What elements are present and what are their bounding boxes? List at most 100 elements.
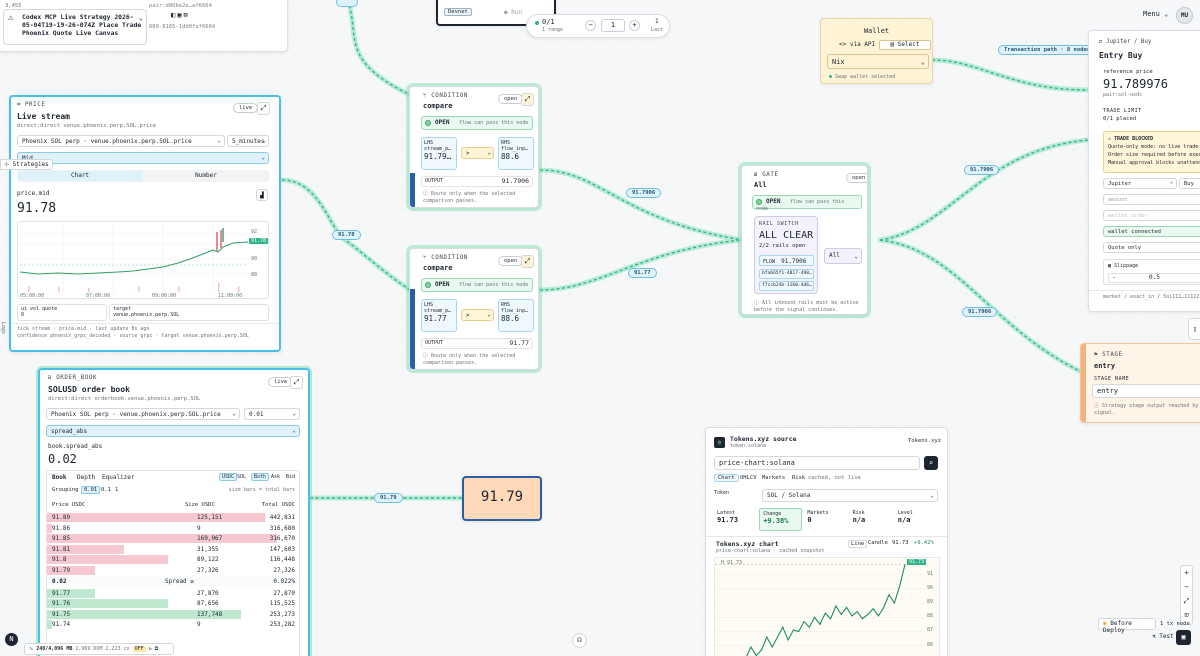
chat-icon[interactable]: ▣ (1176, 630, 1191, 645)
tick-select[interactable]: 0.01 ⌄ (244, 408, 300, 420)
ask-row[interactable]: 91.85 169,067 316,670 (47, 534, 299, 544)
bid-row[interactable]: 91.76 87,656 115,525 (47, 599, 299, 609)
expand-icon[interactable]: ⤢ (257, 102, 270, 115)
search-icon[interactable]: ⌕ (924, 456, 938, 470)
slippage-label: ▦ Slippage (1108, 263, 1139, 269)
rail-id[interactable]: bfa665f1-4817-498… (759, 269, 814, 279)
unit-both[interactable]: Both (251, 473, 270, 481)
source-select[interactable]: Phoenix SOL perp · venue.phoenix.perp.SO… (17, 135, 225, 147)
group-1[interactable]: 1 (115, 487, 118, 493)
unit-usdc[interactable]: USDC (219, 473, 238, 481)
operator-select[interactable]: > ⌄ (461, 147, 494, 159)
rhs-box[interactable]: RHS flow_inp… 88.6 (498, 137, 534, 170)
chart-icon[interactable]: ▟ (256, 189, 268, 201)
increment-button[interactable]: + (629, 20, 640, 31)
side-select[interactable]: Buy (1179, 178, 1200, 189)
copy-icon[interactable]: ⧉ (155, 646, 159, 652)
condition-node-2[interactable]: ⑂ CONDITION compare open ⤢ OPEN flow can… (409, 248, 539, 370)
ask-row[interactable]: 91.79 27,326 27,326 (47, 566, 299, 575)
test-button[interactable]: ⚗ Test (1152, 633, 1174, 640)
menu-button[interactable]: Menu ⌄ (1143, 10, 1168, 18)
price-node[interactable]: ⌗ PRICE Live stream live ⤢ direct:direct… (9, 95, 281, 352)
fit-view-icon[interactable]: ⤢ (1181, 594, 1192, 608)
zoom-in-icon[interactable]: + (1181, 566, 1192, 580)
lock-icon[interactable]: ⊡ (1181, 608, 1192, 622)
ask-row[interactable]: 91.89 125,151 442,831 (47, 513, 299, 522)
refresh-icon[interactable]: ↻ (149, 646, 152, 652)
candle-button[interactable]: Candle (868, 540, 888, 546)
before-deploy-button[interactable]: ◉ Before Deploy (1098, 618, 1156, 634)
tab-chart[interactable]: Chart (714, 474, 739, 482)
expand-icon[interactable]: ⤢ (521, 93, 534, 106)
bid-row[interactable]: 91.77 27,870 27,870 (47, 588, 299, 598)
tab-number[interactable]: Number (144, 171, 268, 181)
select-wallet-button[interactable]: ▤ Select (879, 40, 931, 50)
lhs-box[interactable]: LHS stream_p… 91.77 (421, 299, 457, 332)
lhs-box[interactable]: LHS stream_p… 91.79… (421, 137, 457, 170)
run-button[interactable]: ● Run (504, 9, 522, 16)
unit-sol[interactable]: SOL (237, 474, 246, 480)
transaction-path-label[interactable]: Transaction path · 8 nodes (998, 45, 1097, 55)
value-display-node[interactable]: 91.79 (462, 476, 542, 521)
line-button[interactable]: Line (848, 540, 868, 548)
gate-node[interactable]: ⊞ GATE All open OPEN flow can pass this … (741, 165, 868, 315)
range-input[interactable]: 1 (601, 19, 625, 32)
mode-select[interactable]: Quote only (1103, 242, 1200, 253)
logs-strip[interactable]: Logs (0, 322, 6, 334)
jupiter-buy-node[interactable]: ⇄ Jupiter / Buy Entry Buy reference pric… (1088, 30, 1200, 312)
tab-markets[interactable]: Markets (762, 475, 785, 481)
price-cell: 91.74 (52, 621, 71, 629)
interval-select[interactable]: 5_minutes ⌄ (227, 135, 269, 147)
expand-icon[interactable]: ⤢ (521, 255, 534, 268)
slippage-decrement[interactable]: - (1112, 274, 1116, 281)
wallet-select[interactable]: Nix ⌄ (827, 54, 929, 69)
tab-depth[interactable]: Depth (77, 474, 95, 481)
chevron-down-icon[interactable]: ⌄ (139, 14, 143, 22)
tab-risk[interactable]: Risk (792, 475, 805, 481)
gate-mode-select[interactable]: All ⌄ (824, 248, 862, 264)
wallet-node[interactable]: Wallet <> via API ▤ Select Nix ⌄ ● Swap w… (820, 18, 933, 84)
bid-row[interactable]: 91.75 137,748 253,273 (47, 609, 299, 619)
tab-equalizer[interactable]: Equalizer (102, 474, 135, 481)
side-panel-icon[interactable]: ▯ (1188, 318, 1200, 340)
layout-icons[interactable]: ◧▣⊠ (171, 11, 190, 19)
tab-ohlcv[interactable]: OHLCV (740, 475, 757, 481)
tab-book[interactable]: Book (52, 474, 66, 481)
workspace-avatar[interactable]: N (5, 633, 18, 646)
side-bid[interactable]: Bid (286, 474, 295, 480)
stage-node[interactable]: ⚑ STAGE entry STAGE NAME entry ⓘ Strateg… (1080, 343, 1200, 423)
user-avatar[interactable]: MU (1176, 7, 1193, 24)
group-001[interactable]: 0.01 (81, 486, 101, 494)
venue-select[interactable]: Jupiter ⌄ (1103, 178, 1177, 189)
stage-name-input[interactable]: entry (1092, 384, 1200, 398)
ask-row[interactable]: 91.81 31,355 147,603 (47, 544, 299, 554)
headset-icon[interactable]: ☊ (572, 633, 587, 648)
token-query-input[interactable]: price-chart:solana (714, 456, 920, 470)
field-select[interactable]: spread_abs ⌄ (46, 425, 300, 437)
strategies-tab[interactable]: ⊹ Strategies (0, 159, 53, 170)
orderbook-node[interactable]: ⊟ ORDER_BOOK SOLUSD order book live ⤢ di… (38, 368, 310, 656)
operator-select[interactable]: > ⌄ (461, 309, 494, 321)
bid-row[interactable]: 91.74 9 253,282 (47, 620, 299, 630)
token-select[interactable]: SOL / Solana ⌄ (762, 489, 938, 502)
ask-row[interactable]: 91.86 9 316,680 (47, 523, 299, 533)
zoom-controls[interactable]: + − ⤢ ⊡ (1180, 565, 1193, 625)
decrement-button[interactable]: − (585, 20, 596, 31)
strategy-title-box[interactable]: ⚠ Codex MCP Live Strategy 2026-05-04T19-… (3, 9, 147, 45)
wallet-order-input[interactable]: wallet order (1103, 210, 1200, 221)
group-01[interactable]: 0.1 (101, 487, 111, 493)
rail-id[interactable]: f7ccb24b-1160-4d6… (759, 281, 814, 291)
amount-input[interactable]: amount (1103, 194, 1200, 205)
rhs-box[interactable]: RHS flow_inp… 88.6 (498, 299, 534, 332)
condition-node-1[interactable]: ⑂ CONDITION compare open ⤢ OPEN flow can… (409, 86, 539, 208)
zoom-out-icon[interactable]: − (1181, 580, 1192, 594)
slippage-input[interactable]: -0.5 (1108, 273, 1200, 283)
expand-icon[interactable]: ⤢ (290, 376, 303, 389)
via-api-button[interactable]: <> via API (839, 41, 875, 48)
field-select[interactable]: Mid⌄ (17, 152, 269, 164)
tokens-source-node[interactable]: ◎ Tokens.xyz source token.solana Tokens.… (705, 427, 948, 656)
source-select[interactable]: Phoenix SOL perp · venue.phoenix.perp.SO… (46, 408, 240, 420)
tab-chart[interactable]: Chart (18, 171, 142, 181)
ask-row[interactable]: 91.8 89,122 116,448 (47, 555, 299, 565)
side-ask[interactable]: Ask (271, 474, 280, 480)
